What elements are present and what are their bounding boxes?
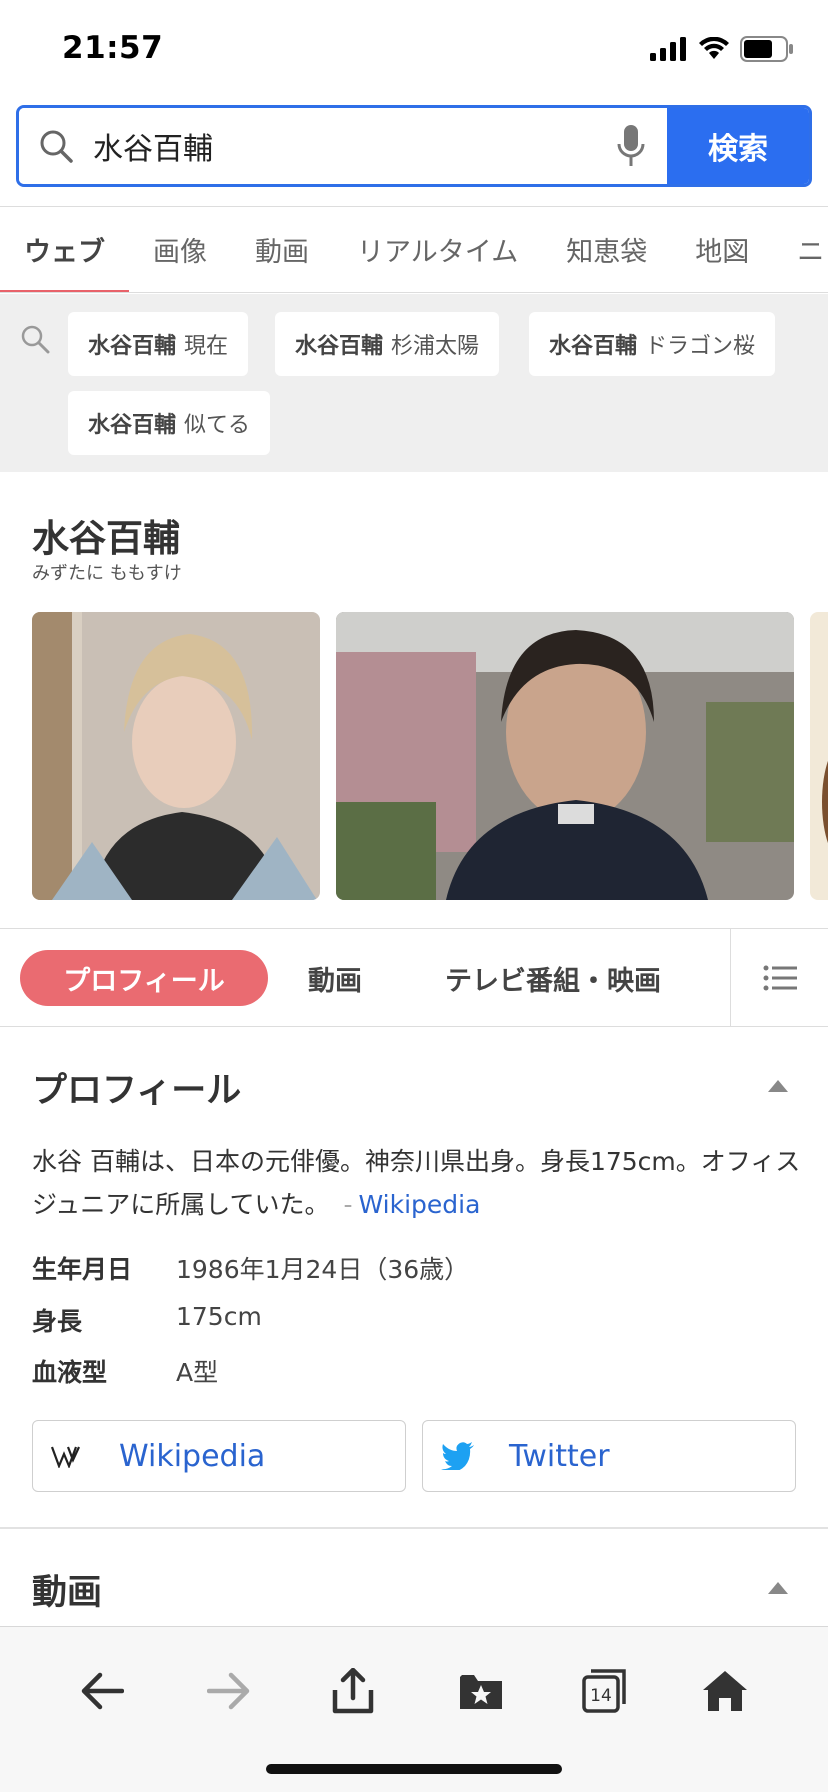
twitter-icon — [441, 1442, 509, 1470]
wikipedia-button[interactable]: Wikipedia — [32, 1420, 406, 1492]
tab-profile[interactable]: プロフィール — [20, 950, 268, 1006]
tab-chiebukuro[interactable]: 知恵袋 — [542, 207, 671, 292]
chip-term: ドラゴン桜 — [645, 334, 756, 359]
related-searches: 水谷百輔 現在 水谷百輔 杉浦太陽 水谷百輔 ドラゴン桜 水谷百輔 似てる — [0, 294, 828, 472]
row-label: 血液型 — [32, 1358, 108, 1387]
tabs-count: 14 — [590, 1686, 612, 1706]
twitter-button[interactable]: Twitter — [422, 1420, 796, 1492]
chip-keyword: 水谷百輔 — [88, 334, 177, 359]
wikipedia-icon — [51, 1444, 119, 1468]
category-tabs: ウェブ 画像 動画 リアルタイム 知恵袋 地図 ニ — [0, 206, 828, 293]
home-icon[interactable] — [695, 1661, 755, 1721]
entity-reading: みずたに ももすけ — [32, 563, 182, 584]
tab-map[interactable]: 地図 — [671, 207, 773, 292]
chip-keyword: 水谷百輔 — [295, 334, 384, 359]
tab-news[interactable]: ニ — [773, 207, 828, 292]
row-label: 身長 — [32, 1307, 83, 1336]
search-input[interactable] — [93, 128, 595, 164]
search-icon — [20, 324, 50, 358]
chip-term: 似てる — [184, 413, 251, 438]
forward-icon[interactable] — [199, 1661, 259, 1721]
section-divider — [0, 1527, 828, 1529]
suggestion-chip[interactable]: 水谷百輔 現在 — [68, 312, 249, 376]
wikipedia-source-link[interactable]: Wikipedia — [359, 1190, 481, 1219]
search-icon — [19, 129, 93, 163]
tab-tv-movies[interactable]: テレビ番組・映画 — [445, 950, 661, 1006]
tabs-icon[interactable]: 14 — [574, 1661, 634, 1721]
wifi-icon — [699, 37, 729, 59]
profile-row: 生年月日 1986年1月24日（36歳） — [32, 1250, 469, 1286]
home-indicator — [266, 1764, 562, 1774]
suggestion-chip[interactable]: 水谷百輔 ドラゴン桜 — [529, 312, 776, 376]
row-value: 175cm — [176, 1302, 262, 1331]
suggestion-chip[interactable]: 水谷百輔 杉浦太陽 — [275, 312, 500, 376]
tab-images[interactable]: 画像 — [129, 207, 231, 292]
status-time: 21:57 — [62, 30, 164, 66]
microphone-icon[interactable] — [595, 124, 667, 168]
tab-videos[interactable]: 動画 — [231, 207, 333, 292]
entity-name: 水谷百輔 — [32, 517, 180, 560]
row-value: 1986年1月24日（36歳） — [176, 1255, 470, 1284]
signal-icon — [650, 37, 686, 61]
twitter-label: Twitter — [509, 1438, 610, 1474]
panel-tabs: プロフィール 動画 テレビ番組・映画 — [0, 928, 828, 1027]
photo-carousel[interactable] — [0, 612, 828, 900]
suggestion-chip[interactable]: 水谷百輔 似てる — [68, 391, 271, 455]
bookmark-folder-icon[interactable] — [451, 1661, 511, 1721]
source-dash: - — [343, 1190, 353, 1219]
chip-term: 現在 — [184, 334, 229, 359]
profile-row: 血液型 A型 — [32, 1353, 218, 1389]
profile-row: 身長 175cm — [32, 1302, 262, 1338]
video-heading: 動画 — [32, 1573, 103, 1613]
search-bar: 検索 — [16, 105, 812, 187]
wikipedia-label: Wikipedia — [119, 1438, 266, 1474]
chip-keyword: 水谷百輔 — [88, 413, 177, 438]
list-menu-icon[interactable] — [730, 929, 828, 1026]
profile-description: 水谷 百輔は、日本の元俳優。神奈川県出身。身長175cm。オフィスジュニアに所属… — [32, 1140, 802, 1226]
tab-realtime[interactable]: リアルタイム — [333, 207, 542, 292]
row-value: A型 — [176, 1358, 219, 1387]
chip-keyword: 水谷百輔 — [549, 334, 638, 359]
tab-web[interactable]: ウェブ — [0, 207, 129, 292]
person-photo[interactable] — [810, 612, 828, 900]
collapse-arrow-icon[interactable] — [768, 1080, 788, 1092]
profile-heading: プロフィール — [32, 1071, 242, 1111]
chip-term: 杉浦太陽 — [391, 334, 480, 359]
person-photo[interactable] — [336, 612, 794, 900]
collapse-arrow-icon[interactable] — [768, 1582, 788, 1594]
row-label: 生年月日 — [32, 1255, 133, 1284]
search-button[interactable]: 検索 — [667, 108, 809, 184]
share-icon[interactable] — [323, 1661, 383, 1721]
person-photo[interactable] — [32, 612, 320, 900]
tab-video[interactable]: 動画 — [308, 950, 362, 1006]
back-icon[interactable] — [72, 1661, 132, 1721]
status-bar: 21:57 — [0, 0, 828, 100]
battery-icon — [740, 36, 793, 62]
